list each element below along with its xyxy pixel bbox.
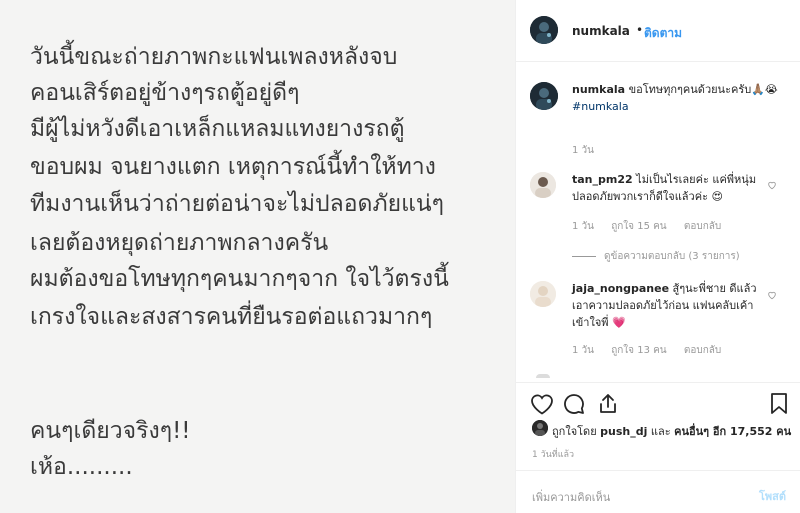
separator-dot: • xyxy=(636,23,644,37)
post-text-line: ผมต้องขอโทษทุกๆคนมากๆจาก ใจไว้ตรงนี้ xyxy=(30,266,449,292)
header-username[interactable]: numkala xyxy=(572,24,630,38)
post-text-line: มีผู้ไม่หวังดีเอาเหล็กแหลมแทงยางรถตู้ xyxy=(30,116,405,142)
post-header: numkala • ติดตาม xyxy=(516,0,800,62)
avatar[interactable] xyxy=(530,82,558,110)
avatar-image xyxy=(530,172,556,198)
avatar[interactable] xyxy=(530,16,558,44)
caption-username[interactable]: numkala xyxy=(572,83,625,96)
add-comment-bar: เพิ่มความคิดเห็น โพสต์ xyxy=(516,470,800,513)
post-time: 1 วันที่แล้ว xyxy=(532,450,575,460)
share-icon[interactable] xyxy=(597,392,619,415)
post-text-line: ทีมงานเห็นว่าถ่ายต่อน่าจะไม่ปลอดภัยแน่ๆ xyxy=(30,191,445,217)
avatar-image xyxy=(530,82,558,110)
small-heart-icon[interactable] xyxy=(767,290,777,300)
caption-text: numkala ขอโทษทุกๆคนด้วยนะครับ🙏🏽😭 #numkal… xyxy=(572,81,784,115)
comment-likes[interactable]: ถูกใจ 15 คน xyxy=(611,221,666,232)
avatar[interactable] xyxy=(532,420,548,436)
bookmark-icon[interactable] xyxy=(770,392,788,415)
comment-input[interactable]: เพิ่มความคิดเห็น xyxy=(532,488,610,506)
post-comment-button[interactable]: โพสต์ xyxy=(759,487,786,505)
heart-icon[interactable] xyxy=(530,393,554,415)
likes-others[interactable]: คนอื่นๆ อีก 17,552 คน xyxy=(674,425,791,438)
liker-username[interactable]: push_dj xyxy=(600,425,647,438)
avatar[interactable] xyxy=(530,172,556,198)
follow-button[interactable]: ติดตาม xyxy=(644,24,682,43)
comment-text: tan_pm22 ไม่เป็นไรเลยค่ะ แค่พี่หนุ่มปลอด… xyxy=(572,171,772,205)
likes-middle: และ xyxy=(650,425,671,438)
hashtag-link[interactable]: #numkala xyxy=(572,100,629,113)
comment-username[interactable]: tan_pm22 xyxy=(572,173,633,186)
comment-icon[interactable] xyxy=(563,393,585,415)
post-text-line: ขอบผม จนยางแตก เหตุการณ์นี้ทำให้ทาง xyxy=(30,154,436,180)
comment-username[interactable]: jaja_nongpanee xyxy=(572,282,669,295)
post-image[interactable]: วันนี้ขณะถ่ายภาพกะแฟนเพลงหลังจบ คอนเสิร์… xyxy=(0,0,516,513)
comment-meta: 1 วัน ถูกใจ 13 คน ตอบกลับ xyxy=(572,343,735,358)
small-heart-icon[interactable] xyxy=(767,180,777,190)
caption-body: ขอโทษทุกๆคนด้วยนะครับ🙏🏽😭 xyxy=(628,83,778,96)
avatar-image xyxy=(532,420,548,436)
post-detail-panel: numkala • ติดตาม numkala ขอโทษทุกๆคนด้วย… xyxy=(516,0,800,513)
avatar-image xyxy=(530,16,558,44)
likes-prefix: ถูกใจโดย xyxy=(552,425,597,438)
comment-likes[interactable]: ถูกใจ 13 คน xyxy=(611,345,666,356)
comment-time: 1 วัน xyxy=(572,345,594,356)
post-text-line: คอนเสิร์ตอยู่ข้างๆรถตู้อยู่ดีๆ xyxy=(30,80,300,106)
comment-time: 1 วัน xyxy=(572,221,594,232)
next-comment-peek xyxy=(536,374,550,378)
post-text-line: คนๆเดียวจริงๆ!! xyxy=(30,418,191,444)
avatar-image xyxy=(530,281,556,307)
reply-button[interactable]: ตอบกลับ xyxy=(684,345,721,356)
post-text-line: เห้อ......... xyxy=(30,454,133,480)
replies-divider xyxy=(572,255,596,257)
comment-meta: 1 วัน ถูกใจ 15 คน ตอบกลับ xyxy=(572,219,735,234)
caption-timestamp: 1 วัน xyxy=(572,145,594,156)
likes-summary: ถูกใจโดย push_dj และ คนอื่นๆ อีก 17,552 … xyxy=(552,422,791,440)
post-text-line: เกรงใจและสงสารคนที่ยืนรอต่อแถวมากๆ xyxy=(30,304,433,330)
comment-text: jaja_nongpanee สู้ๆนะพี่ชาย ดีแล้วเอาควา… xyxy=(572,280,772,331)
post-text-line: เลยต้องหยุดถ่ายภาพกลางครัน xyxy=(30,230,329,256)
avatar[interactable] xyxy=(530,281,556,307)
view-replies-button[interactable]: ดูข้อความตอบกลับ (3 รายการ) xyxy=(572,249,740,264)
caption-time: 1 วัน xyxy=(572,143,608,158)
reply-button[interactable]: ตอบกลับ xyxy=(684,221,721,232)
post-text-line: วันนี้ขณะถ่ายภาพกะแฟนเพลงหลังจบ xyxy=(30,44,398,70)
view-replies-label: ดูข้อความตอบกลับ (3 รายการ) xyxy=(604,251,740,262)
